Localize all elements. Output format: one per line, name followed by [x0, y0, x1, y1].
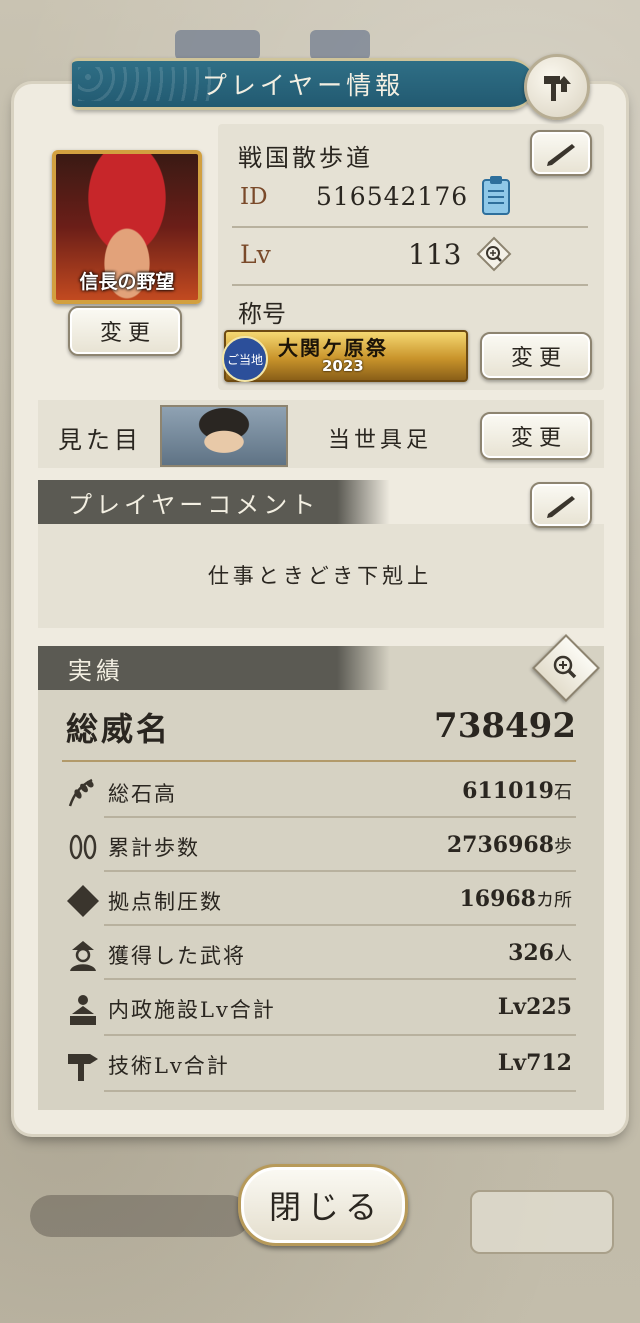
stat-value: Lv712	[497, 1050, 572, 1076]
magnifier-icon	[553, 655, 577, 679]
edit-comment-button[interactable]	[530, 482, 592, 528]
divider	[104, 1090, 576, 1092]
change-appearance-button[interactable]: 変更	[480, 412, 592, 460]
divider	[104, 924, 576, 926]
player-name: 戦国散歩道	[238, 144, 373, 172]
close-button[interactable]: 閉じる	[238, 1164, 408, 1246]
comment-header: プレイヤーコメント	[38, 480, 390, 524]
stat-value: 326人	[508, 940, 572, 966]
background-element	[470, 1190, 614, 1254]
diamond-icon	[67, 885, 99, 917]
divider	[104, 816, 576, 818]
stat-value: Lv225	[497, 994, 572, 1020]
badge-circle: ご当地	[222, 336, 268, 382]
stat-label: 総石高	[108, 782, 177, 806]
player-id: 516542176	[316, 182, 469, 211]
stat-label: 累計歩数	[108, 836, 200, 860]
warlord-icon	[70, 941, 96, 971]
appearance-label: 見た目	[58, 426, 142, 454]
total-fame-label: 総威名	[66, 710, 172, 748]
hammer-up-icon	[544, 76, 571, 101]
pen-icon	[547, 144, 575, 166]
total-fame-value: 738492	[434, 706, 576, 746]
background-element	[30, 1195, 250, 1237]
edit-name-button[interactable]	[530, 130, 592, 176]
title-badge: ご当地 大関ケ原祭 2023	[222, 330, 468, 382]
player-avatar: 信長の野望	[52, 150, 202, 304]
background-element	[175, 30, 260, 60]
rice-icon	[68, 778, 94, 807]
appearance-thumbnail	[160, 405, 288, 467]
stat-row-tech: 技術Lv合計 Lv712	[66, 1038, 576, 1092]
avatar-caption: 信長の野望	[79, 271, 175, 293]
divider	[104, 870, 576, 872]
pen-icon	[547, 496, 575, 518]
background-element	[310, 30, 370, 60]
player-level: 113	[408, 238, 462, 271]
stat-value: 16968カ所	[459, 886, 572, 912]
hammer-icon	[68, 1054, 98, 1081]
stat-value: 2736968歩	[446, 832, 572, 858]
stat-label: 技術Lv合計	[108, 1054, 230, 1078]
divider	[104, 978, 576, 980]
stat-row-bases: 拠点制圧数 16968カ所	[66, 874, 576, 928]
stat-label: 内政施設Lv合計	[108, 998, 276, 1022]
change-avatar-button[interactable]: 変更	[68, 306, 182, 356]
building-icon	[70, 995, 96, 1025]
dialog-title: プレイヤー情報	[72, 58, 534, 110]
divider	[104, 1034, 576, 1036]
copy-clipboard-icon[interactable]	[480, 174, 512, 216]
player-comment: 仕事ときどき下剋上	[207, 564, 433, 588]
stat-label: 獲得した武将	[108, 944, 246, 968]
stat-row-facilities: 内政施設Lv合計 Lv225	[66, 982, 576, 1036]
zoom-icon[interactable]	[476, 236, 512, 272]
title-label: 称号	[238, 300, 286, 328]
change-title-button[interactable]: 変更	[480, 332, 592, 380]
badge-year: 2023	[322, 357, 364, 375]
stat-row-steps: 累計歩数 2736968歩	[66, 820, 576, 874]
level-up-button[interactable]	[524, 54, 590, 120]
stat-value: 611019石	[462, 778, 572, 804]
stat-row-warlords: 獲得した武将 326人	[66, 928, 576, 982]
stat-row-rice: 総石高 611019石	[66, 766, 576, 820]
footprints-icon	[69, 834, 97, 860]
level-label: Lv	[240, 240, 271, 269]
stat-label: 拠点制圧数	[108, 890, 223, 914]
id-label: ID	[240, 184, 268, 210]
achievements-header: 実績	[38, 646, 390, 690]
divider	[232, 284, 588, 286]
appearance-name: 当世具足	[328, 428, 433, 453]
divider	[62, 760, 576, 762]
divider	[232, 226, 588, 228]
